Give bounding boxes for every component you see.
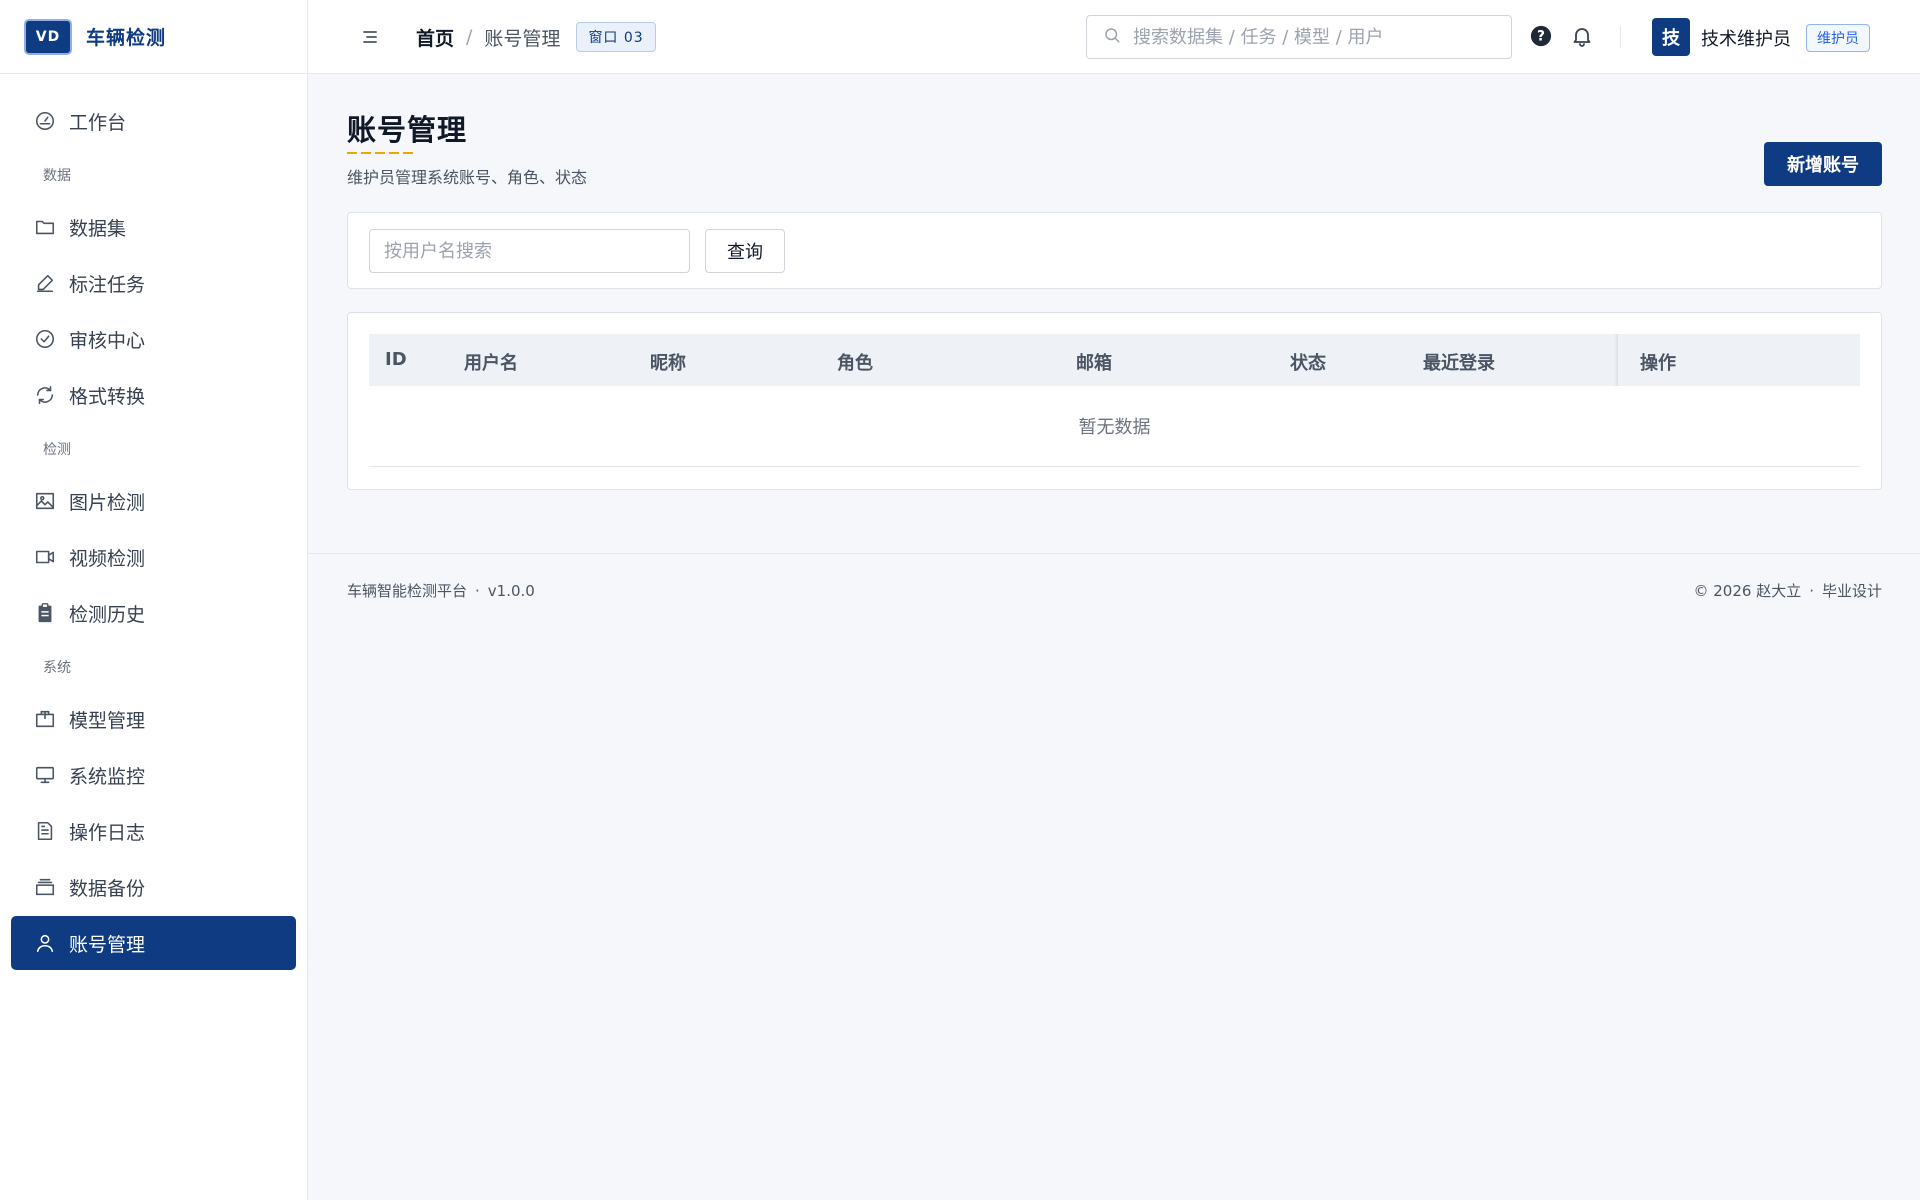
avatar[interactable]: 技 <box>1652 18 1690 56</box>
window-tag: 窗口 03 <box>576 22 656 52</box>
sidebar-item-label: 数据集 <box>69 217 127 240</box>
footer-right: © 2026 赵大立 · 毕业设计 <box>1693 580 1882 601</box>
footer-copyright: © 2026 赵大立 <box>1693 582 1802 600</box>
footer-platform: 车辆智能检测平台 <box>347 582 468 600</box>
page-title: 账号管理 <box>347 113 468 147</box>
table-column-header: 最近登录 <box>1423 353 1495 374</box>
pen-icon <box>33 271 57 295</box>
monitor-icon <box>33 763 57 787</box>
sidebar-item-history[interactable]: 检测历史 <box>11 586 296 640</box>
sidebar-item-models[interactable]: 模型管理 <box>11 692 296 746</box>
global-search-input[interactable] <box>1131 25 1505 49</box>
sidebar-item-video-detect[interactable]: 视频检测 <box>11 530 296 584</box>
user-name[interactable]: 技术维护员 <box>1701 25 1791 51</box>
sidebar-item-label: 工作台 <box>69 111 127 134</box>
help-icon[interactable]: ? <box>1530 25 1552 51</box>
table-column-header: 用户名 <box>464 353 518 374</box>
sidebar-item-label: 模型管理 <box>69 709 146 732</box>
check-circle-icon <box>33 327 57 351</box>
brand-logo: VD <box>24 18 72 55</box>
table-column-header: 角色 <box>837 353 873 374</box>
fixed-column-shadow <box>1614 334 1618 386</box>
sidebar-group-label: 数据 <box>43 168 71 184</box>
sidebar-item-image-detect[interactable]: 图片检测 <box>11 474 296 528</box>
search-icon <box>1103 26 1121 48</box>
sidebar-item-monitor[interactable]: 系统监控 <box>11 748 296 802</box>
username-search-input[interactable] <box>369 229 690 273</box>
footer-separator: · <box>1809 582 1814 600</box>
box-icon <box>33 707 57 731</box>
query-button[interactable]: 查询 <box>705 229 785 273</box>
footer-left: 车辆智能检测平台 · v1.0.0 <box>347 580 535 601</box>
image-icon <box>33 489 57 513</box>
footer-note: 毕业设计 <box>1821 582 1882 600</box>
sidebar-item-label: 视频检测 <box>69 547 146 570</box>
sidebar-item-logs[interactable]: 操作日志 <box>11 804 296 858</box>
page-subtitle: 维护员管理系统账号、角色、状态 <box>347 168 588 187</box>
sidebar-group-label: 检测 <box>43 442 71 458</box>
add-account-button[interactable]: 新增账号 <box>1764 142 1882 186</box>
table-column-header: 昵称 <box>650 353 686 374</box>
bell-icon[interactable] <box>1570 24 1594 52</box>
accounts-table: ID 用户名 昵称 角色 邮箱 状态 最近登录 操作 暂无数据 <box>347 312 1882 490</box>
sidebar-item-label: 图片检测 <box>69 491 146 514</box>
sidebar: VD 车辆检测 工作台数据数据集标注任务审核中心格式转换检测图片检测视频检测检测… <box>0 0 308 1200</box>
refresh-icon <box>33 383 57 407</box>
footer-version: v1.0.0 <box>487 582 535 600</box>
sidebar-item-label: 系统监控 <box>69 765 146 788</box>
footer: 车辆智能检测平台 · v1.0.0 © 2026 赵大立 · 毕业设计 <box>308 553 1920 633</box>
svg-text:?: ? <box>1537 29 1545 45</box>
sidebar-item-annotation[interactable]: 标注任务 <box>11 256 296 310</box>
dashboard-icon <box>33 109 57 133</box>
folder-icon <box>33 215 57 239</box>
table-column-header: 邮箱 <box>1076 353 1112 374</box>
footer-separator: · <box>475 582 480 600</box>
filter-card: 查询 <box>347 212 1882 289</box>
brand-name: 车辆检测 <box>86 27 167 49</box>
breadcrumb-separator: / <box>466 26 473 48</box>
sidebar-item-label: 标注任务 <box>69 273 146 296</box>
sidebar-item-label: 数据备份 <box>69 877 146 900</box>
top-header: 首页 / 账号管理 窗口 03 ? 技 技术维护员 维护员 <box>308 0 1920 74</box>
title-underline <box>347 152 413 154</box>
table-empty: 暂无数据 <box>369 386 1860 467</box>
stack-icon <box>33 875 57 899</box>
document-icon <box>33 819 57 843</box>
menu-toggle-icon[interactable] <box>358 25 382 49</box>
breadcrumb: 首页 / 账号管理 窗口 03 <box>416 22 656 52</box>
sidebar-item-convert[interactable]: 格式转换 <box>11 368 296 422</box>
sidebar-item-label: 检测历史 <box>69 603 146 626</box>
breadcrumb-current: 账号管理 <box>484 27 561 50</box>
sidebar-item-accounts[interactable]: 账号管理 <box>11 916 296 970</box>
sidebar-group-label: 系统 <box>43 660 71 676</box>
sidebar-item-label: 审核中心 <box>69 329 146 352</box>
clipboard-icon <box>33 601 57 625</box>
sidebar-item-datasets[interactable]: 数据集 <box>11 200 296 254</box>
table-header: ID 用户名 昵称 角色 邮箱 状态 最近登录 操作 <box>369 334 1860 386</box>
sidebar-nav: 工作台数据数据集标注任务审核中心格式转换检测图片检测视频检测检测历史系统模型管理… <box>0 74 307 970</box>
table-column-header: 状态 <box>1290 353 1326 374</box>
user-icon <box>33 931 57 955</box>
sidebar-item-label: 操作日志 <box>69 821 146 844</box>
sidebar-item-workbench[interactable]: 工作台 <box>11 94 296 148</box>
role-badge: 维护员 <box>1806 24 1870 52</box>
sidebar-item-label: 账号管理 <box>69 933 146 956</box>
table-column-header: 操作 <box>1640 353 1676 374</box>
brand[interactable]: VD 车辆检测 <box>0 0 307 74</box>
sidebar-item-backup[interactable]: 数据备份 <box>11 860 296 914</box>
sidebar-item-label: 格式转换 <box>69 385 146 408</box>
video-icon <box>33 545 57 569</box>
breadcrumb-home[interactable]: 首页 <box>416 24 454 51</box>
table-column-header: ID <box>385 349 407 370</box>
global-search[interactable] <box>1086 15 1512 59</box>
header-divider <box>1620 26 1621 48</box>
sidebar-item-review[interactable]: 审核中心 <box>11 312 296 366</box>
